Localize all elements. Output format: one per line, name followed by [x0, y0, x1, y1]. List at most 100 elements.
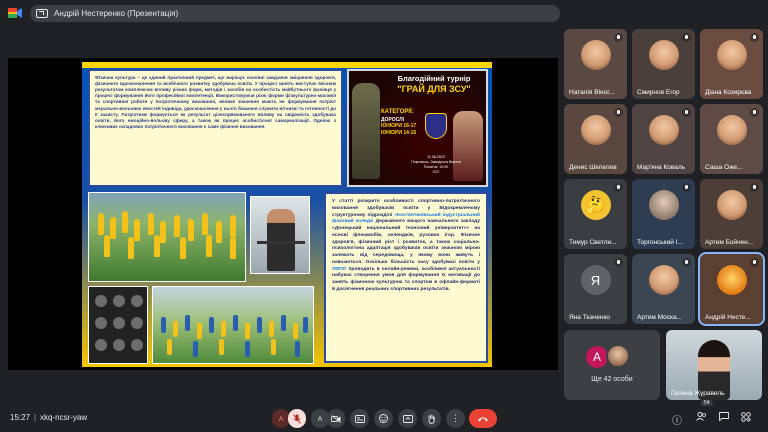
participant-tile[interactable]: Смирнов Егор [632, 29, 695, 99]
mic-muted-icon [750, 33, 759, 42]
camera-off-icon [331, 414, 341, 423]
top-bar: Андрій Нестеренко (Презентація) [0, 0, 768, 26]
participant-name: Саша Оже... [705, 164, 743, 171]
participant-tile[interactable]: Наталія Віног... [564, 29, 627, 99]
meeting-details-button[interactable]: ⓘ [672, 412, 682, 427]
participant-tile[interactable]: Саша Оже... [700, 104, 763, 174]
presentation-chip[interactable]: Андрій Нестеренко (Презентація) [30, 5, 560, 22]
participant-count-badge: 54 [701, 400, 713, 406]
slide-text-block-top: Фізична культура – це єдиний практичний … [88, 69, 343, 187]
slide-text-2-part2: Державного вищого навчального закладу «Д… [332, 219, 481, 265]
avatar [648, 40, 679, 70]
poster-title-line1: Благодійний турнір [397, 74, 471, 83]
presentation-stage: Фізична культура – це єдиний практичний … [8, 58, 558, 370]
participant-name: Артем Моска... [637, 314, 682, 321]
participant-tile[interactable]: Я Яна Ткаченко [564, 254, 627, 324]
avatar [606, 344, 630, 368]
self-view-tile[interactable]: Галина Журавель [666, 330, 762, 400]
mic-muted-icon [614, 183, 623, 192]
camera-toggle-button[interactable] [327, 409, 345, 428]
people-button[interactable] [696, 412, 707, 424]
poster-note: ЗСУ [432, 169, 440, 174]
participant-tile[interactable]: 🤔 Тимур Светли... [564, 179, 627, 249]
participant-name: Смирнов Егор [637, 89, 680, 96]
participant-name: Тимур Светли... [569, 239, 617, 246]
more-participants-tile[interactable]: A Ще 42 особи [564, 330, 660, 400]
poster-category-header: КАТЕГОРІЇ: [381, 109, 414, 115]
emoji-reaction-button[interactable] [374, 409, 393, 428]
slide-text-1: Фізична культура – це єдиний практичний … [95, 75, 336, 129]
participant-name: Андрій Несте... [705, 314, 751, 321]
participant-tile[interactable]: Артем Бойчен... [700, 179, 763, 249]
mic-muted-icon [614, 108, 623, 117]
participant-tile[interactable]: Артем Моска... [632, 254, 695, 324]
chat-button[interactable] [719, 412, 729, 424]
captions-button[interactable] [350, 409, 369, 428]
avatar [648, 190, 679, 220]
tournament-poster: Благодійний турнір "ГРАЙ ДЛЯ ЗСУ" КАТЕГО… [347, 69, 488, 187]
mic-muted-icon [682, 183, 691, 192]
participant-tile[interactable]: Мар'яна Коваль [632, 104, 695, 174]
presenter-label: Андрій Нестеренко (Презентація) [54, 9, 179, 18]
gym-photo [250, 196, 310, 274]
chevron-up-icon: ˄ [317, 413, 323, 424]
slide-top-stripe [82, 62, 492, 68]
mic-muted-icon [614, 258, 623, 267]
separator: | [34, 413, 37, 422]
presentation-slide: Фізична культура – це єдиний практичний … [82, 62, 492, 367]
meeting-code: xkq-ncsr-yaw [40, 413, 88, 422]
participant-tile[interactable]: Андрій Несте... [698, 252, 765, 326]
avatar [716, 265, 747, 295]
captions-icon [354, 414, 365, 423]
activities-button[interactable] [741, 412, 751, 425]
people-icon [696, 412, 706, 421]
participant-tile[interactable]: Торгонський І... [632, 179, 695, 249]
mic-off-icon [293, 413, 301, 424]
dance-flashmob-photo [152, 286, 314, 364]
avatar: Я [580, 265, 611, 295]
chat-icon [719, 412, 729, 422]
avatar [580, 40, 611, 70]
avatar [648, 115, 679, 145]
raise-hand-button[interactable] [422, 409, 441, 428]
poster-category-item: ЮНІОРИ 14-15 [381, 129, 417, 136]
participant-name: Яна Ткаченко [569, 314, 610, 321]
more-options-button[interactable]: ⋮ [446, 409, 465, 428]
participant-tile[interactable]: Діана Козирєва [700, 29, 763, 99]
participant-tile[interactable]: Денис Шепелев [564, 104, 627, 174]
slide-text-2-highlight2: ЗФПО [332, 266, 347, 272]
clock-time: 15:27 [10, 413, 31, 422]
meet-logo-icon [8, 8, 22, 18]
poster-soldier-image [352, 83, 380, 179]
mic-muted-icon [750, 183, 759, 192]
poster-emblem-icon [425, 113, 447, 139]
avatar: A [586, 346, 608, 368]
participant-name: Артем Бойчен... [705, 239, 754, 246]
participant-name: Галина Журавель [671, 390, 725, 397]
mic-muted-icon [614, 33, 623, 42]
poster-title-line2: "ГРАЙ ДЛЯ ЗСУ" [397, 83, 471, 94]
present-now-button[interactable] [398, 409, 417, 428]
leave-call-button[interactable] [469, 409, 497, 428]
poster-title: Благодійний турнір "ГРАЙ ДЛЯ ЗСУ" [379, 74, 489, 94]
mic-muted-icon [682, 108, 691, 117]
avatar [580, 115, 611, 145]
participant-name: Денис Шепелев [569, 164, 617, 171]
poster-info: 11.06.2023 Покровськ, Заводська Ворота П… [411, 155, 461, 174]
flashmob-photo [88, 192, 246, 282]
smiley-icon [379, 414, 388, 423]
mic-muted-icon [682, 258, 691, 267]
poster-category-item: ЮНІОРИ 16-17 [381, 123, 417, 130]
mic-muted-icon [682, 33, 691, 42]
avatar [716, 40, 747, 70]
more-vert-icon: ⋮ [451, 413, 460, 423]
info-icon: ⓘ [672, 416, 682, 427]
slide-text-2: У статті розкрито особливості спортивно-… [332, 199, 480, 294]
participant-name: Мар'яна Коваль [637, 164, 686, 171]
avatar [716, 190, 747, 220]
gym-barbell [257, 241, 305, 244]
microphone-toggle-button[interactable] [288, 409, 306, 428]
chevron-up-icon: ˄ [278, 413, 284, 424]
poster-place: Покровськ, Заводська Ворота [411, 159, 461, 164]
mic-muted-icon [750, 108, 759, 117]
